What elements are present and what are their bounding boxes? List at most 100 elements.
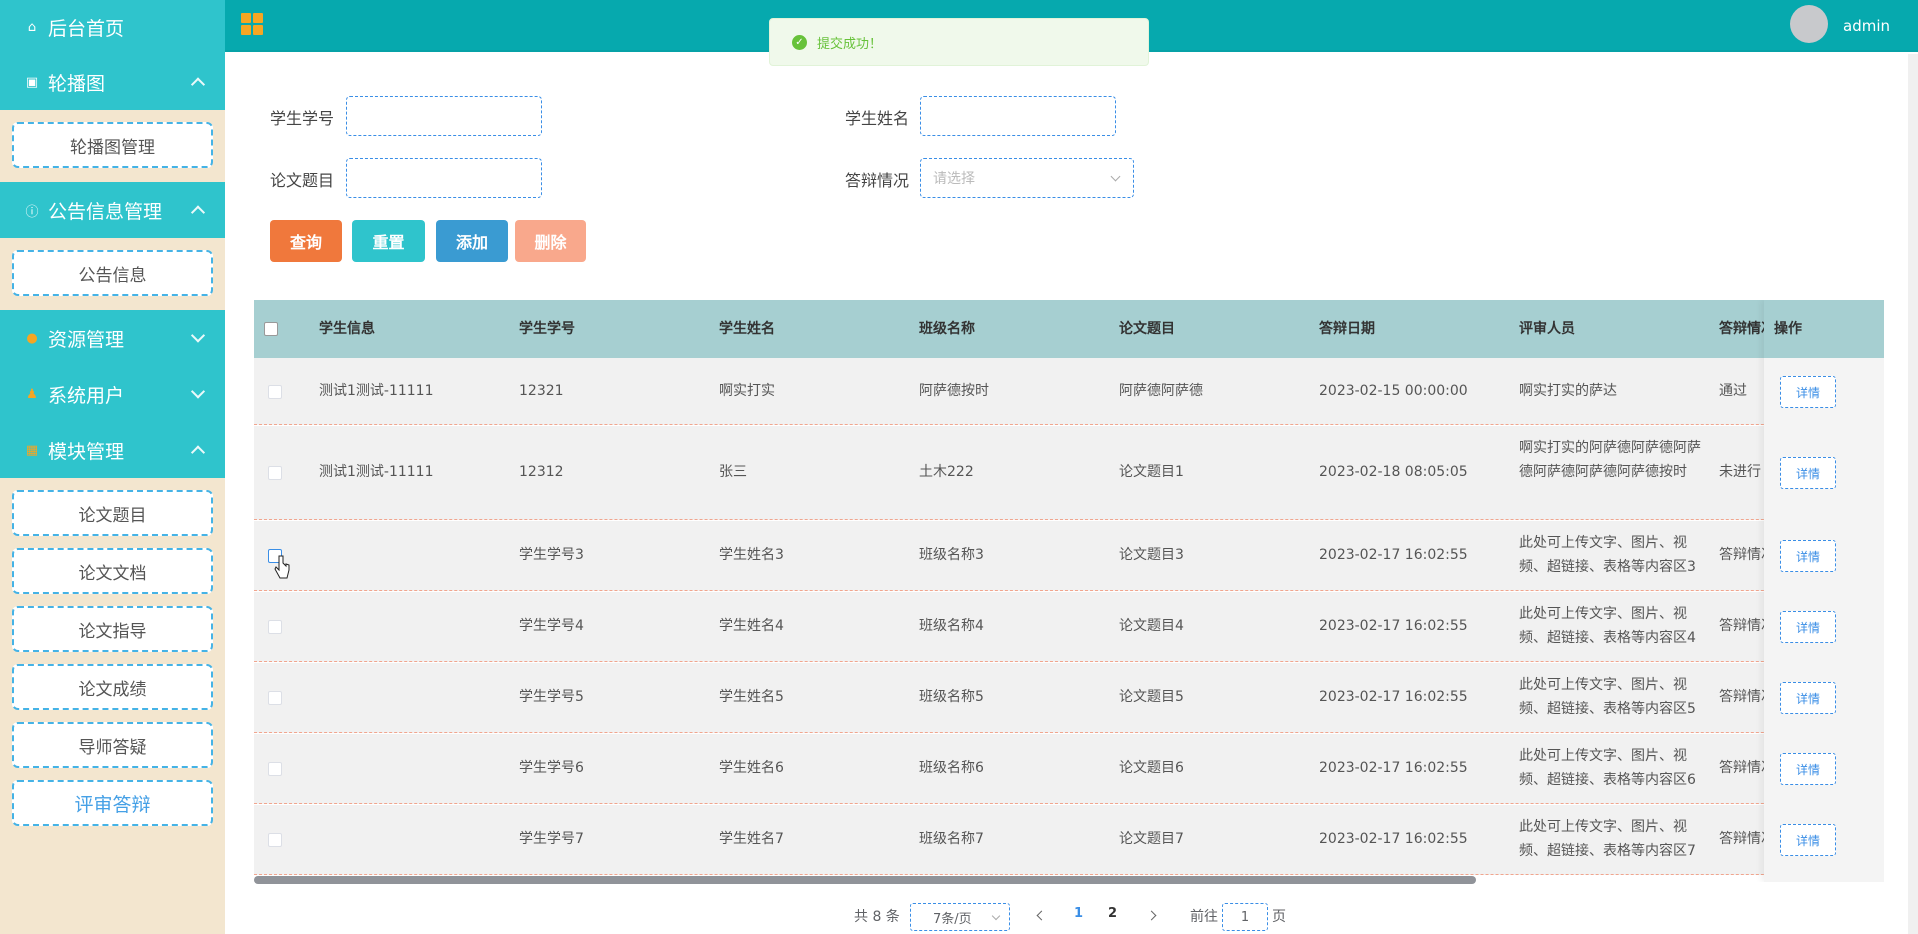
row-checkbox[interactable] — [268, 466, 282, 480]
data-table: 学生信息 学生学号 学生姓名 班级名称 论文题目 答辩日期 评审人员 答辩情况 … — [254, 300, 1884, 882]
column-header: 答辩日期 — [1319, 321, 1375, 337]
row-checkbox[interactable] — [268, 691, 282, 705]
cell-student-name: 学生姓名6 — [719, 760, 784, 776]
cell-reviewer: 此处可上传文字、图片、视频、超链接、表格等内容区6 — [1519, 748, 1696, 788]
detail-button[interactable]: 详情 — [1780, 457, 1836, 489]
avatar[interactable] — [1790, 5, 1828, 43]
cell-class: 阿萨德按时 — [919, 383, 989, 399]
cell-status: 答辩情况7 — [1719, 831, 1764, 847]
cell-date: 2023-02-17 16:02:55 — [1319, 689, 1468, 705]
sidebar-item-notice[interactable]: 公告信息 — [12, 250, 213, 296]
cell-reviewer: 此处可上传文字、图片、视频、超链接、表格等内容区7 — [1519, 819, 1696, 859]
student-no-input[interactable] — [346, 96, 542, 136]
column-header: 评审人员 — [1519, 321, 1575, 337]
cell-student-no: 学生学号7 — [519, 831, 584, 847]
thesis-title-label: 论文题目 — [270, 171, 335, 190]
cell-student-name: 学生姓名5 — [719, 689, 784, 705]
select-all-checkbox[interactable] — [264, 322, 278, 336]
sidebar-item-thesis-document[interactable]: 论文文档 — [12, 548, 213, 594]
detail-button[interactable]: 详情 — [1780, 824, 1836, 856]
row-checkbox[interactable] — [268, 762, 282, 776]
row-checkbox[interactable] — [268, 620, 282, 634]
student-name-input[interactable] — [920, 96, 1116, 136]
sidebar-item-thesis-guidance[interactable]: 论文指导 — [12, 606, 213, 652]
cell-student-name: 张三 — [719, 464, 747, 480]
cell-student-no: 学生学号5 — [519, 689, 584, 705]
cell-title: 阿萨德阿萨德 — [1119, 383, 1203, 399]
page-size-select[interactable]: 7条/页 — [910, 903, 1010, 931]
detail-button[interactable]: 详情 — [1780, 540, 1836, 572]
sidebar-item-review-defense[interactable]: 评审答辩 — [12, 780, 213, 826]
goto-page-input[interactable] — [1222, 903, 1268, 931]
cell-status: 答辩情况6 — [1719, 760, 1764, 776]
table-row: 学生学号6 学生姓名6 班级名称6 论文题目6 2023-02-17 16:02… — [254, 734, 1884, 804]
column-header: 学生信息 — [319, 321, 375, 337]
student-name-label: 学生姓名 — [845, 109, 910, 128]
menu-group-label: 公告信息管理 — [48, 200, 163, 223]
operations-column: 操作 详情 详情 详情 详情 详情 详情 详情 — [1764, 300, 1884, 882]
sidebar-item-advisor-qa[interactable]: 导师答疑 — [12, 722, 213, 768]
table-row: 学生学号3 学生姓名3 班级名称3 论文题目3 2023-02-17 16:02… — [254, 521, 1884, 591]
sidebar-item-carousel-manage[interactable]: 轮播图管理 — [12, 122, 213, 168]
sidebar-item-thesis-title[interactable]: 论文题目 — [12, 490, 213, 536]
page-number-active[interactable]: 1 — [1074, 906, 1083, 921]
goto-label: 前往 — [1190, 909, 1218, 925]
cell-student-no: 学生学号4 — [519, 618, 584, 634]
page-size-value: 7条/页 — [933, 911, 972, 927]
cell-info: 测试1测试-11111 — [319, 383, 434, 399]
menu-group-users[interactable]: ♟ 系统用户 — [0, 366, 225, 422]
defense-status-label: 答辩情况 — [845, 171, 910, 190]
user-name[interactable]: admin — [1843, 17, 1890, 35]
success-toast: ✓ 提交成功！ — [769, 18, 1149, 66]
check-circle-icon: ✓ — [792, 34, 807, 50]
cell-status: 答辩情况3 — [1719, 547, 1764, 563]
column-header: 论文题目 — [1119, 321, 1175, 337]
defense-status-select[interactable]: 请选择 — [920, 158, 1134, 198]
menu-group-modules[interactable]: ▦ 模块管理 — [0, 422, 225, 478]
menu-group-label: 资源管理 — [48, 328, 125, 351]
menu-group-label: 轮播图 — [48, 72, 106, 95]
toast-message: 提交成功！ — [817, 36, 883, 52]
cell-student-no: 学生学号6 — [519, 760, 584, 776]
menu-group-carousel[interactable]: ▣ 轮播图 — [0, 54, 225, 110]
select-placeholder: 请选择 — [933, 171, 975, 187]
cell-title: 论文题目1 — [1119, 464, 1184, 480]
submenu-notice: 公告信息 — [0, 238, 225, 310]
chevron-up-icon — [190, 205, 206, 220]
detail-button[interactable]: 详情 — [1780, 376, 1836, 408]
cell-title: 论文题目7 — [1119, 831, 1184, 847]
menu-group-notice[interactable]: ⓘ 公告信息管理 — [0, 182, 225, 238]
page-number[interactable]: 2 — [1108, 906, 1117, 921]
menu-group-resource[interactable]: ● 资源管理 — [0, 310, 225, 366]
reset-button[interactable]: 重置 — [352, 220, 425, 262]
column-header: 答辩情况 — [1719, 321, 1764, 337]
pagination-total: 共 8 条 — [854, 909, 900, 925]
column-header: 操作 — [1764, 300, 1884, 358]
horizontal-scrollbar[interactable] — [254, 876, 1476, 884]
cell-date: 2023-02-17 16:02:55 — [1319, 547, 1468, 563]
user-icon: ♟ — [26, 386, 38, 402]
prev-page-icon[interactable] — [1036, 910, 1047, 921]
chevron-down-icon — [991, 911, 1001, 921]
cell-status: 答辩情况5 — [1719, 689, 1764, 705]
add-button[interactable]: 添加 — [436, 220, 508, 262]
sidebar-item-home[interactable]: ⌂ 后台首页 — [0, 0, 225, 54]
table-row: 测试1测试-11111 12321 啊实打实 阿萨德按时 阿萨德阿萨德 2023… — [254, 358, 1884, 425]
thesis-title-input[interactable] — [346, 158, 542, 198]
row-checkbox[interactable] — [268, 833, 282, 847]
table-row: 测试1测试-11111 12312 张三 土木222 论文题目1 2023-02… — [254, 426, 1884, 520]
chevron-up-icon — [190, 445, 206, 460]
vertical-scrollbar[interactable] — [1908, 54, 1918, 934]
cell-class: 班级名称5 — [919, 689, 984, 705]
detail-button[interactable]: 详情 — [1780, 611, 1836, 643]
cell-student-name: 学生姓名7 — [719, 831, 784, 847]
delete-button[interactable]: 删除 — [515, 220, 586, 262]
submenu-carousel: 轮播图管理 — [0, 110, 225, 182]
detail-button[interactable]: 详情 — [1780, 682, 1836, 714]
next-page-icon[interactable] — [1146, 910, 1157, 921]
detail-button[interactable]: 详情 — [1780, 753, 1836, 785]
sidebar-item-thesis-score[interactable]: 论文成绩 — [12, 664, 213, 710]
query-button[interactable]: 查询 — [270, 220, 342, 262]
cell-date: 2023-02-17 16:02:55 — [1319, 760, 1468, 776]
row-checkbox[interactable] — [268, 385, 282, 399]
